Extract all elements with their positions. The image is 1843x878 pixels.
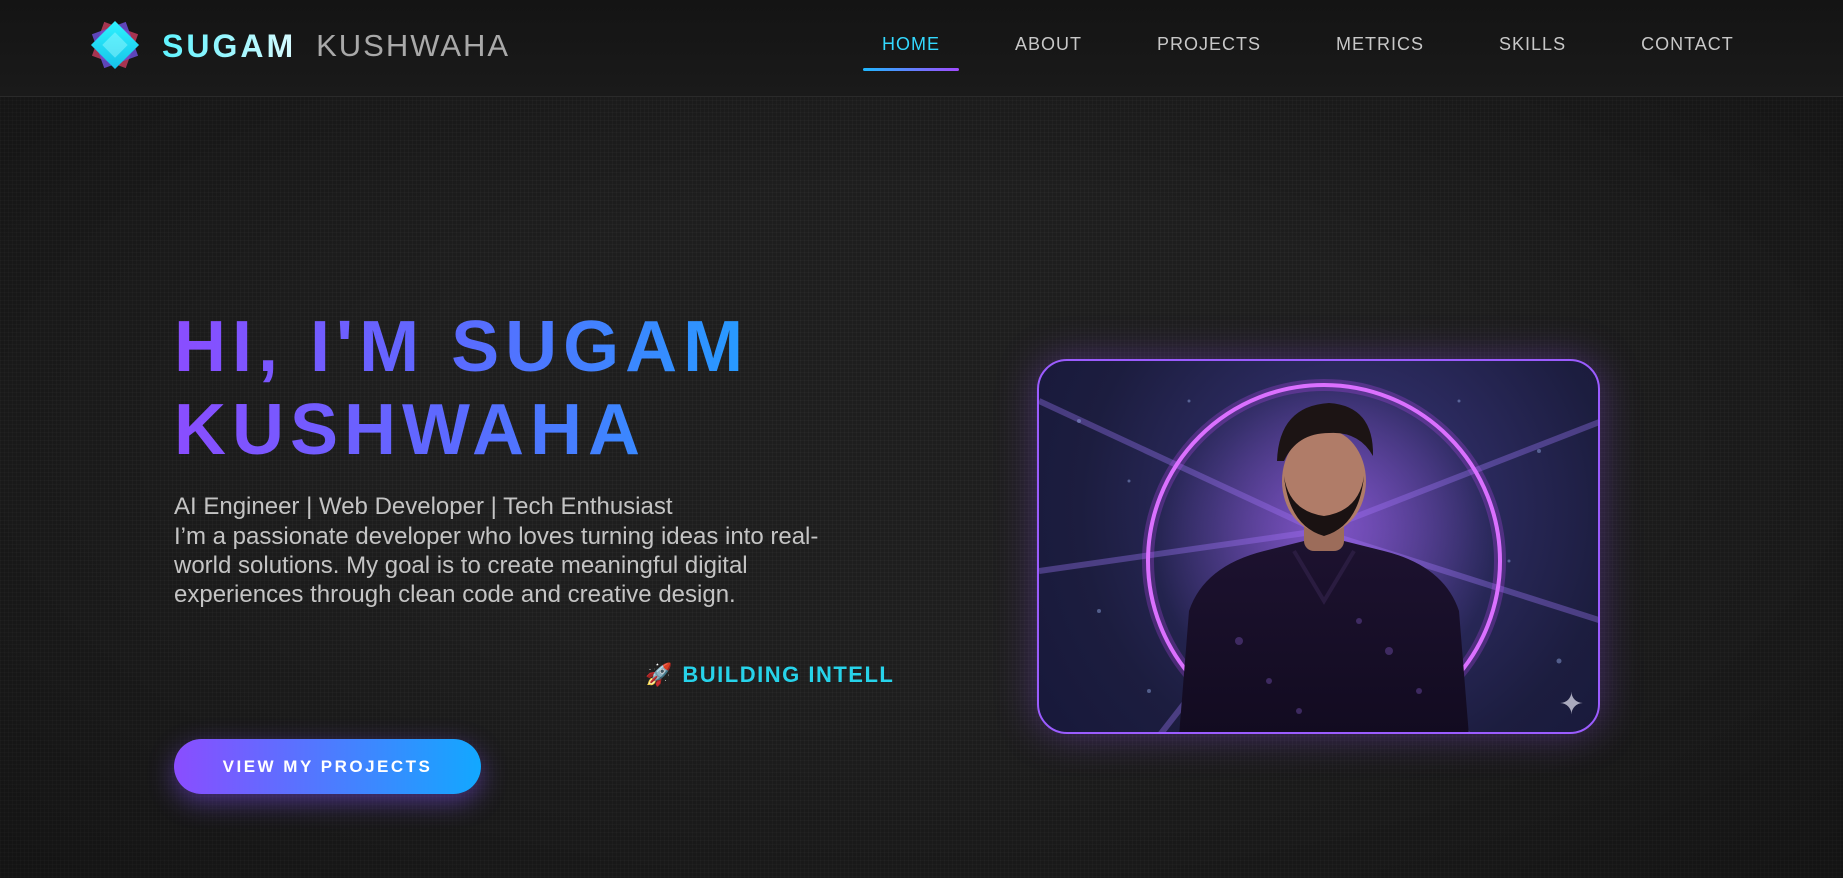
typing-text-line: 🚀 BUILDING INTELL xyxy=(645,662,894,688)
headline-line-2: KUSHWAHA xyxy=(174,390,646,470)
portrait-card: ✦ xyxy=(1037,359,1600,734)
hero-intro: I’m a passionate developer who loves tur… xyxy=(174,523,819,608)
hero-headline: HI, I'M SUGAM KUSHWAHA xyxy=(174,306,814,472)
nav-link-skills[interactable]: SKILLS xyxy=(1480,30,1585,60)
nav-menu: HOME ABOUT PROJECTS METRICS SKILLS CONTA… xyxy=(863,30,1790,71)
brand-last-name: KUSHWAHA xyxy=(316,28,511,63)
brand-first-name: SUGAM xyxy=(162,27,297,64)
typing-text: BUILDING INTELL xyxy=(682,662,895,687)
headline-line-1: HI, I'M SUGAM xyxy=(174,307,750,387)
nav-link-about[interactable]: ABOUT xyxy=(996,30,1101,60)
brand-name[interactable]: SUGAM KUSHWAHA xyxy=(162,26,510,66)
hero-tagline: AI Engineer | Web Developer | Tech Enthu… xyxy=(174,493,673,520)
diamond-logo-icon[interactable] xyxy=(84,14,146,76)
nav-link-projects[interactable]: PROJECTS xyxy=(1138,30,1280,60)
sparkle-icon: ✦ xyxy=(1558,688,1584,721)
nav-link-home[interactable]: HOME xyxy=(863,30,959,71)
rocket-icon: 🚀 xyxy=(645,662,673,687)
portrait-image xyxy=(1039,379,1598,732)
view-projects-button[interactable]: VIEW MY PROJECTS xyxy=(174,739,481,794)
top-navbar: SUGAM KUSHWAHA HOME ABOUT PROJECTS METRI… xyxy=(0,0,1843,97)
nav-link-metrics[interactable]: METRICS xyxy=(1317,30,1443,60)
nav-link-contact[interactable]: CONTACT xyxy=(1622,30,1753,60)
